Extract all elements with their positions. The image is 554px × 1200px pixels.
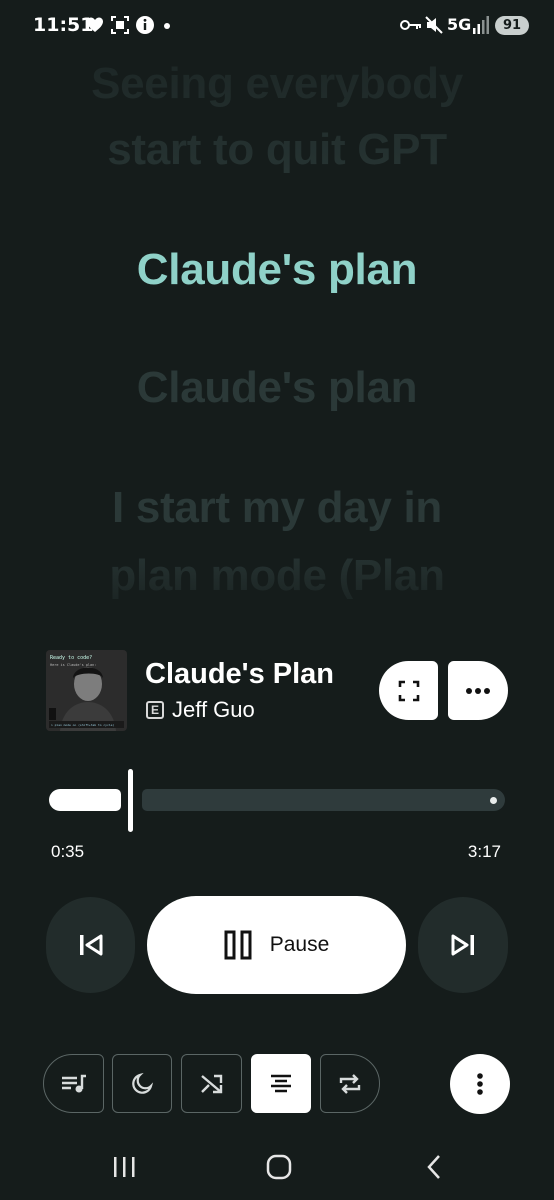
shuffle-button[interactable] <box>181 1054 242 1113</box>
sleep-timer-button[interactable] <box>112 1054 172 1113</box>
fullscreen-icon <box>398 680 419 701</box>
repeat-icon <box>339 1073 361 1094</box>
pause-button[interactable]: Pause <box>147 896 406 994</box>
album-caption-bottom: > plan mode on (shift+tab to cycle) <box>51 723 114 727</box>
progress-end-dot <box>490 797 497 804</box>
explicit-badge: E <box>146 701 164 719</box>
back-button[interactable] <box>414 1150 454 1184</box>
time-elapsed: 0:35 <box>51 842 85 861</box>
lyrics-icon <box>271 1074 291 1092</box>
dot-icon <box>164 23 170 29</box>
time-total: 3:17 <box>467 842 501 861</box>
album-caption-sub: Here is Claude's plan: <box>50 663 96 667</box>
recents-button[interactable] <box>104 1150 144 1184</box>
progress-played[interactable] <box>49 789 121 811</box>
vpn-key-icon <box>400 20 421 30</box>
album-art[interactable]: Ready to code? Here is Claude's plan: > … <box>46 650 127 731</box>
album-art-image: Ready to code? Here is Claude's plan: > … <box>46 650 127 731</box>
more-vertical-icon <box>477 1073 483 1095</box>
track-artist[interactable]: Jeff Guo <box>172 697 255 723</box>
status-time: 11:51 <box>33 14 94 36</box>
next-button[interactable] <box>418 897 508 993</box>
skip-next-icon <box>451 934 474 956</box>
track-artist-row[interactable]: E Jeff Guo <box>146 697 255 723</box>
sleep-timer-icon <box>132 1072 154 1094</box>
recents-icon <box>114 1157 135 1177</box>
mute-icon <box>425 16 443 34</box>
overflow-menu-button[interactable] <box>450 1054 510 1114</box>
lyric-line-active[interactable]: Claude's plan <box>20 238 534 302</box>
fullscreen-button[interactable] <box>379 661 438 720</box>
battery-icon: 91 <box>495 16 529 35</box>
home-button[interactable] <box>259 1150 299 1184</box>
lyric-line[interactable]: Claude's plan <box>20 356 534 420</box>
pause-label: Pause <box>269 933 330 956</box>
pause-icon <box>224 930 252 960</box>
skip-previous-icon <box>79 934 102 956</box>
more-options-button[interactable] <box>448 661 508 720</box>
signal-icon <box>473 16 489 34</box>
repeat-button[interactable] <box>320 1054 380 1113</box>
progress-remaining[interactable] <box>142 789 505 811</box>
home-icon <box>266 1154 292 1180</box>
back-icon <box>427 1155 440 1179</box>
screenshot-icon <box>111 16 129 34</box>
lyric-line[interactable]: Seeing everybody <box>20 52 534 116</box>
more-horizontal-icon <box>466 687 490 694</box>
shuffle-icon <box>200 1074 222 1093</box>
lyrics-button[interactable] <box>251 1054 311 1113</box>
album-caption-top: Ready to code? <box>50 655 92 661</box>
lyric-line[interactable]: start to quit GPT <box>20 118 534 182</box>
heart-icon <box>87 17 103 32</box>
info-icon <box>136 16 154 34</box>
queue-icon <box>61 1074 86 1092</box>
lyrics-view[interactable]: Seeing everybody start to quit GPT Claud… <box>0 52 554 632</box>
lyric-line[interactable]: plan mode (Plan <box>20 544 534 608</box>
progress-thumb[interactable] <box>128 769 133 832</box>
previous-button[interactable] <box>46 897 135 993</box>
system-nav-bar <box>0 1136 554 1200</box>
track-title[interactable]: Claude's Plan <box>145 658 334 691</box>
network-type: 5G <box>447 15 472 34</box>
queue-button[interactable] <box>43 1054 104 1113</box>
status-bar: 11:51 5G 91 <box>0 0 554 52</box>
lyric-line[interactable]: I start my day in <box>20 476 534 540</box>
